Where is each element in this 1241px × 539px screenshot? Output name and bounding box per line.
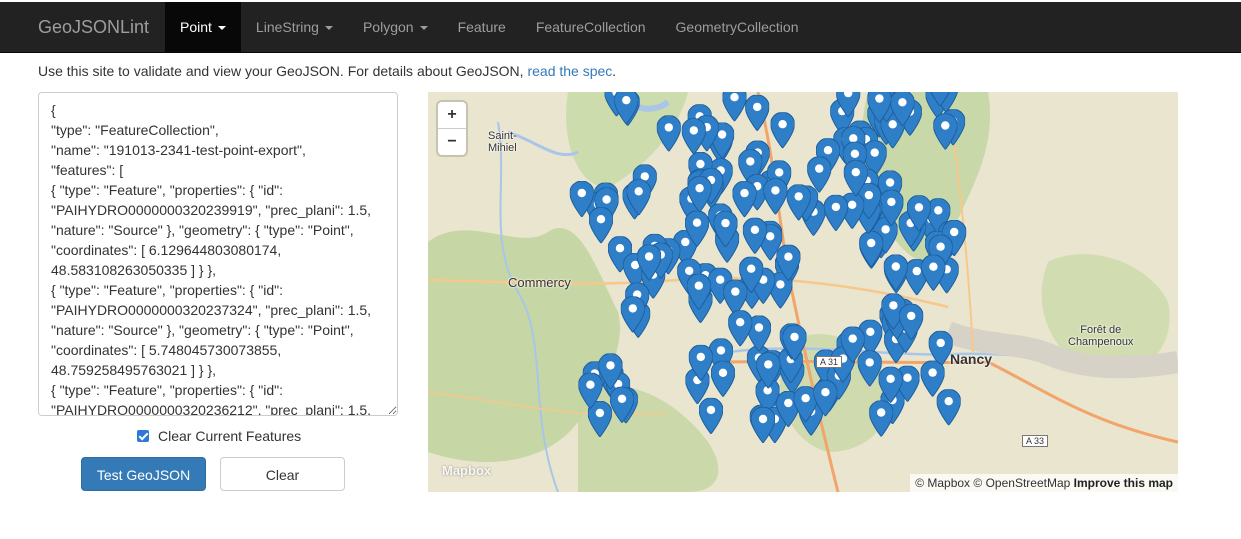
clear-features-option[interactable]: Clear Current Features <box>137 428 301 444</box>
mapbox-logo: Mapbox <box>442 463 492 478</box>
map-background <box>428 92 1178 492</box>
clear-features-checkbox[interactable] <box>137 430 149 442</box>
clear-features-label: Clear Current Features <box>158 428 302 444</box>
clear-button[interactable]: Clear <box>220 457 345 491</box>
label-commercy: Commercy <box>508 275 571 290</box>
geojson-input[interactable]: { "type": "FeatureCollection", "name": "… <box>38 92 398 416</box>
label-saint-mihiel: Saint- Mihiel <box>488 130 517 154</box>
nav-item-polygon[interactable]: Polygon <box>348 2 443 52</box>
nav-item-point[interactable]: Point <box>165 2 241 52</box>
spec-link[interactable]: read the spec <box>527 63 612 79</box>
caret-down-icon <box>217 26 226 31</box>
nav-menu: Point LineString Polygon Feature Feature… <box>165 2 813 52</box>
label-nancy: Nancy <box>950 351 993 367</box>
nav-item-feature[interactable]: Feature <box>443 2 521 52</box>
brand-logo[interactable]: GeoJSONLint <box>38 2 149 52</box>
label-a33: A 33 <box>1022 435 1049 447</box>
nav-item-geometrycollection[interactable]: GeometryCollection <box>661 2 814 52</box>
label-a31: A 31 <box>816 356 843 368</box>
test-geojson-button[interactable]: Test GeoJSON <box>81 457 206 491</box>
intro-text: Use this site to validate and view your … <box>38 63 617 79</box>
caret-down-icon <box>419 26 428 31</box>
zoom-in-button[interactable]: + <box>438 102 466 129</box>
map-attribution: © Mapbox © OpenStreetMap Improve this ma… <box>910 474 1178 492</box>
zoom-out-button[interactable]: − <box>438 129 466 155</box>
map-view[interactable]: + − Saint- Mihiel Commercy Nancy Forêt d… <box>428 92 1178 492</box>
navbar: GeoJSONLint Point LineString Polygon Fea… <box>0 2 1241 53</box>
nav-item-featurecollection[interactable]: FeatureCollection <box>521 2 661 52</box>
label-foret-de-champenoux: Forêt de Champenoux <box>1068 324 1134 348</box>
zoom-control: + − <box>438 102 466 155</box>
nav-item-linestring[interactable]: LineString <box>241 2 348 52</box>
caret-down-icon <box>324 26 333 31</box>
